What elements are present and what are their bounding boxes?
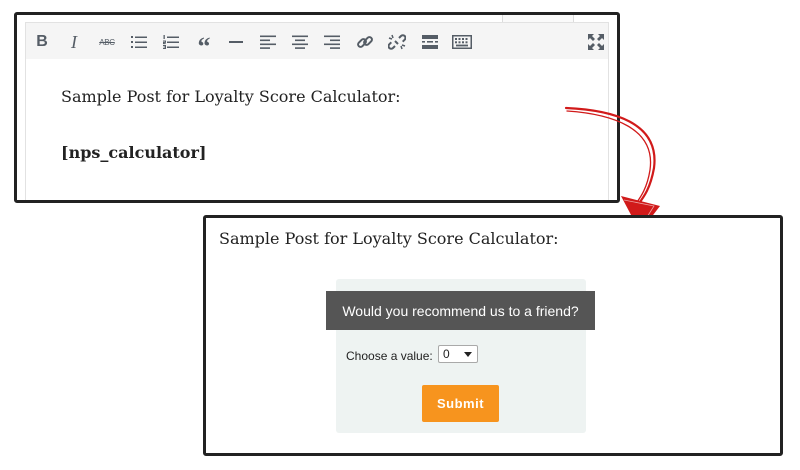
align-left-button[interactable] (257, 31, 279, 53)
read-more-button[interactable] (419, 31, 441, 53)
editor-shortcode: [nps_calculator] (61, 143, 207, 162)
editor-panel: B I ABC “ Sample Post for Loyalty Score … (14, 12, 620, 203)
bullet-list-icon (131, 36, 147, 48)
insert-link-button[interactable] (354, 31, 376, 53)
chevron-down-icon (464, 352, 472, 357)
horizontal-line-icon (229, 41, 243, 43)
editor-toolbar: B I ABC “ (25, 22, 609, 60)
align-center-button[interactable] (289, 31, 311, 53)
submit-button[interactable]: Submit (422, 385, 499, 422)
widget-question: Would you recommend us to a friend? (326, 291, 595, 330)
strikethrough-button[interactable]: ABC (96, 31, 118, 53)
insert-link-icon (357, 36, 373, 48)
fullscreen-button[interactable] (585, 31, 607, 53)
editor-tab-stub (502, 15, 574, 22)
remove-link-button[interactable] (386, 31, 408, 53)
horizontal-line-button[interactable] (225, 31, 247, 53)
toolbar-toggle-icon (452, 35, 472, 49)
align-left-icon (260, 35, 276, 49)
align-center-icon (292, 35, 308, 49)
italic-icon: I (71, 31, 77, 52)
bold-icon: B (36, 33, 48, 50)
align-right-button[interactable] (321, 31, 343, 53)
italic-button[interactable]: I (63, 31, 85, 53)
editor-text-line: Sample Post for Loyalty Score Calculator… (61, 87, 401, 106)
toolbar-toggle-button[interactable] (451, 31, 473, 53)
editor-content-area[interactable]: Sample Post for Loyalty Score Calculator… (25, 59, 609, 200)
nps-calculator-widget: Would you recommend us to a friend? Choo… (326, 279, 595, 433)
preview-title: Sample Post for Loyalty Score Calculator… (219, 229, 559, 248)
remove-link-icon (388, 34, 406, 50)
blockquote-button[interactable]: “ (193, 31, 215, 60)
choose-value-label: Choose a value: (346, 349, 433, 363)
bold-button[interactable]: B (31, 31, 53, 53)
selected-value: 0 (443, 347, 450, 361)
fullscreen-icon (588, 34, 604, 50)
read-more-icon (422, 35, 438, 49)
strikethrough-icon: ABC (99, 37, 115, 47)
align-right-icon (324, 35, 340, 49)
numbered-list-icon (163, 35, 179, 49)
value-select[interactable]: 0 (438, 345, 478, 363)
bullet-list-button[interactable] (128, 31, 150, 53)
blockquote-icon: “ (197, 32, 211, 61)
numbered-list-button[interactable] (160, 31, 182, 53)
preview-panel: Sample Post for Loyalty Score Calculator… (203, 215, 783, 456)
